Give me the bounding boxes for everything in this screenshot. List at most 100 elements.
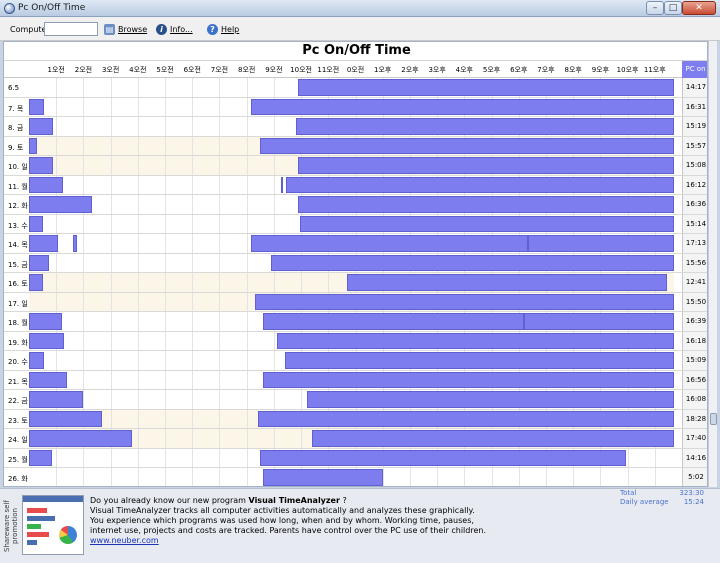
hour-gridline [110, 195, 112, 214]
help-button[interactable]: ? Help [207, 23, 239, 35]
on-interval-bar[interactable] [29, 371, 68, 388]
hour-gridline [246, 156, 248, 175]
day-row[interactable]: 22. 금 16:08 [4, 390, 707, 410]
close-button[interactable]: ✕ [682, 1, 716, 15]
on-interval-bar[interactable] [311, 430, 674, 447]
day-row[interactable]: 6.5 14:17 [4, 78, 707, 98]
on-interval-bar[interactable] [29, 98, 44, 115]
on-interval-bar[interactable] [260, 137, 674, 154]
promo-screenshot-image[interactable] [22, 495, 84, 555]
day-row[interactable]: 18. 월 16:39 [4, 312, 707, 332]
scrollbar-thumb[interactable] [710, 413, 717, 425]
hour-gridline [83, 448, 85, 467]
on-interval-bar[interactable] [29, 235, 58, 252]
day-row[interactable]: 24. 일 17:40 [4, 429, 707, 449]
day-timeline [29, 292, 682, 311]
day-row[interactable]: 7. 목 16:31 [4, 97, 707, 117]
hour-gridline [110, 331, 112, 350]
on-interval-bar[interactable] [284, 352, 674, 369]
on-interval-bar[interactable] [29, 313, 62, 330]
hour-gridline [192, 234, 194, 253]
day-row[interactable]: 8. 금 15:19 [4, 117, 707, 137]
on-interval-bar[interactable] [250, 235, 529, 252]
on-interval-bar[interactable] [347, 274, 668, 291]
on-interval-bar[interactable] [29, 332, 65, 349]
hour-gridline [192, 97, 194, 116]
on-interval-bar[interactable] [29, 118, 54, 135]
minimize-button[interactable]: – [646, 1, 664, 15]
vertical-scrollbar[interactable] [708, 41, 717, 487]
day-row[interactable]: 16. 토 12:41 [4, 273, 707, 293]
on-interval-bar[interactable] [250, 98, 674, 115]
on-interval-bar[interactable] [262, 469, 383, 486]
on-interval-bar[interactable] [257, 410, 674, 427]
on-interval-bar[interactable] [254, 293, 674, 310]
on-interval-bar[interactable] [280, 176, 284, 193]
on-interval-bar[interactable] [29, 196, 92, 213]
on-interval-bar[interactable] [29, 449, 53, 466]
hour-gridline [137, 351, 139, 370]
on-interval-bar[interactable] [276, 332, 674, 349]
total-label: Total [620, 489, 637, 497]
hour-gridline [246, 292, 248, 311]
hour-label: 9오전 [265, 66, 283, 74]
day-row[interactable]: 10. 일 15:08 [4, 156, 707, 176]
day-row[interactable]: 13. 수 15:14 [4, 214, 707, 234]
on-interval-bar[interactable] [29, 352, 44, 369]
browse-icon: ▤ [104, 23, 115, 35]
hour-gridline [246, 331, 248, 350]
on-interval-bar[interactable] [298, 79, 674, 96]
on-interval-bar[interactable] [528, 235, 674, 252]
on-interval-bar[interactable] [29, 430, 133, 447]
on-interval-bar[interactable] [299, 215, 674, 232]
on-interval-bar[interactable] [29, 157, 54, 174]
computer-input[interactable] [44, 22, 98, 36]
on-interval-bar[interactable] [29, 410, 103, 427]
day-row[interactable]: 14. 목 17:13 [4, 234, 707, 254]
day-row[interactable]: 17. 일 15:50 [4, 292, 707, 312]
hour-gridline [137, 448, 139, 467]
browse-button[interactable]: ▤ Browse [104, 23, 147, 35]
on-interval-bar[interactable] [262, 371, 674, 388]
hour-gridline [219, 97, 221, 116]
day-row[interactable]: 23. 토 18:28 [4, 409, 707, 429]
on-interval-bar[interactable] [29, 137, 38, 154]
on-interval-bar[interactable] [72, 235, 77, 252]
hour-gridline [165, 312, 167, 331]
day-row[interactable]: 20. 수 15:09 [4, 351, 707, 371]
day-row[interactable]: 26. 화 5:02 [4, 468, 707, 486]
on-interval-bar[interactable] [29, 176, 63, 193]
on-interval-bar[interactable] [295, 118, 674, 135]
on-interval-bar[interactable] [298, 196, 674, 213]
day-row[interactable]: 25. 월 14:16 [4, 448, 707, 468]
on-interval-bar[interactable] [29, 215, 43, 232]
on-interval-bar[interactable] [271, 254, 674, 271]
hour-gridline [219, 429, 221, 448]
on-interval-bar[interactable] [260, 449, 627, 466]
on-interval-bar[interactable] [286, 176, 674, 193]
on-interval-bar[interactable] [29, 254, 50, 271]
hour-gridline [110, 370, 112, 389]
on-interval-bar[interactable] [262, 313, 525, 330]
promo-link[interactable]: www.neuber.com [90, 536, 159, 545]
hour-gridline [219, 117, 221, 136]
info-button[interactable]: i Info... [156, 23, 193, 35]
on-interval-bar[interactable] [29, 274, 43, 291]
day-row[interactable]: 12. 화 16:36 [4, 195, 707, 215]
on-interval-bar[interactable] [524, 313, 674, 330]
on-interval-bar[interactable] [29, 391, 84, 408]
maximize-button[interactable]: □ [664, 1, 682, 15]
hour-gridline [137, 292, 139, 311]
hour-gridline [273, 175, 275, 194]
hour-gridline [83, 214, 85, 233]
hour-gridline [165, 136, 167, 155]
on-interval-bar[interactable] [298, 157, 674, 174]
pc-on-total: 17:13 [682, 234, 707, 253]
window-title-bar[interactable]: Pc On/Off Time – □ ✕ [0, 0, 720, 17]
on-interval-bar[interactable] [306, 391, 674, 408]
day-row[interactable]: 11. 월 16:12 [4, 175, 707, 195]
day-row[interactable]: 21. 목 16:56 [4, 370, 707, 390]
day-row[interactable]: 9. 토 15:57 [4, 136, 707, 156]
day-row[interactable]: 19. 화 16:18 [4, 331, 707, 351]
day-row[interactable]: 15. 금 15:56 [4, 253, 707, 273]
